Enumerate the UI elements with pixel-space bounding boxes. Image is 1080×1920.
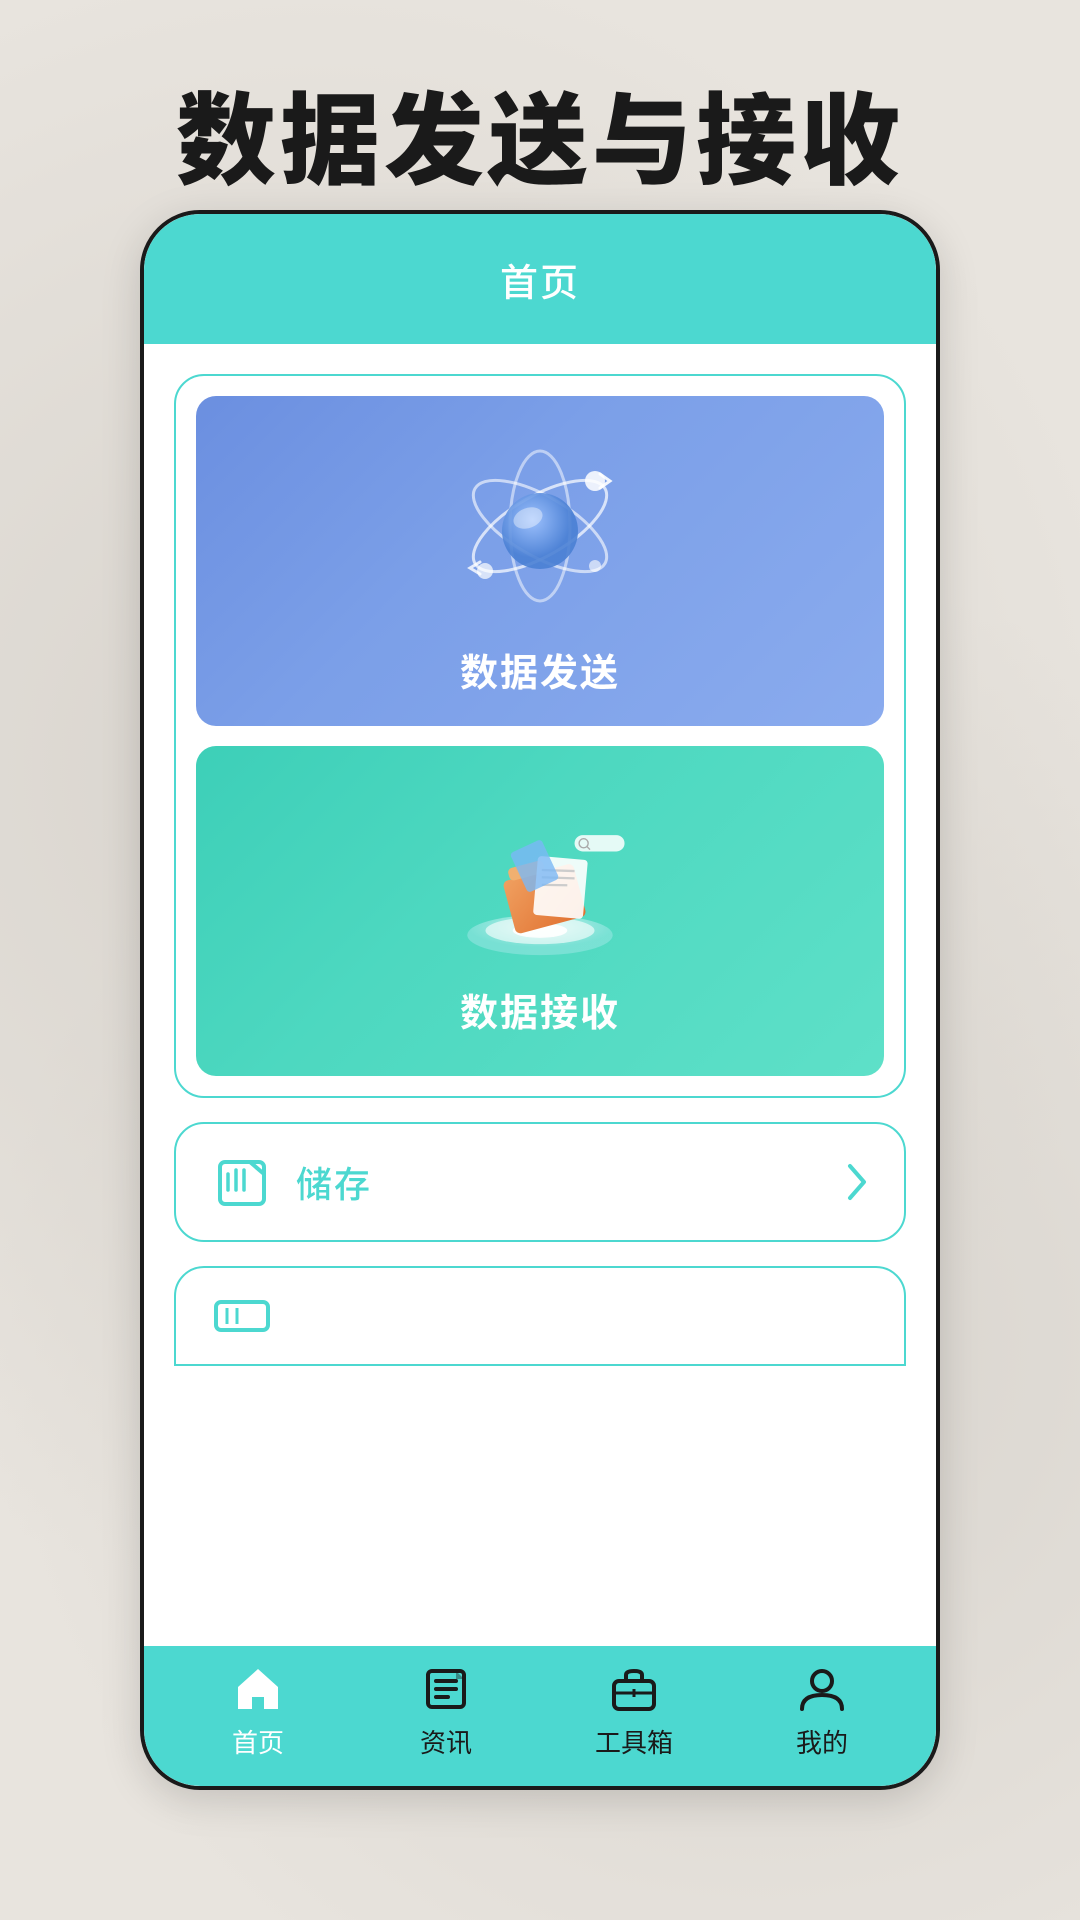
phone-content: 数据发送 bbox=[144, 344, 936, 1654]
nav-label-news: 资讯 bbox=[420, 1723, 472, 1760]
nav-label-tools: 工具箱 bbox=[595, 1723, 673, 1760]
nav-label-profile: 我的 bbox=[796, 1723, 848, 1760]
receive-icon bbox=[440, 786, 640, 966]
toolbox-icon bbox=[608, 1663, 660, 1715]
nav-label-home: 首页 bbox=[232, 1723, 284, 1760]
bottom-navigation: 首页 资讯 bbox=[144, 1646, 936, 1786]
storage-label: 储存 bbox=[296, 1156, 372, 1208]
nav-item-news[interactable]: 资讯 bbox=[352, 1663, 540, 1760]
nav-item-tools[interactable]: 工具箱 bbox=[540, 1663, 728, 1760]
page-title: 数据发送与接收 bbox=[0, 60, 1080, 205]
data-send-button[interactable]: 数据发送 bbox=[196, 396, 884, 726]
home-icon bbox=[232, 1663, 284, 1715]
chevron-right-icon bbox=[844, 1162, 868, 1202]
partial-row bbox=[174, 1266, 906, 1366]
app-header: 首页 bbox=[144, 214, 936, 344]
header-title: 首页 bbox=[500, 252, 580, 307]
nav-item-profile[interactable]: 我的 bbox=[728, 1663, 916, 1760]
data-receive-button[interactable]: 数据接收 bbox=[196, 746, 884, 1076]
send-icon bbox=[440, 426, 640, 626]
partial-row-icon bbox=[212, 1294, 272, 1339]
receive-button-label: 数据接收 bbox=[460, 982, 620, 1037]
profile-icon bbox=[796, 1663, 848, 1715]
storage-row[interactable]: 储存 bbox=[174, 1122, 906, 1242]
send-button-label: 数据发送 bbox=[460, 642, 620, 697]
news-icon bbox=[420, 1663, 472, 1715]
features-card: 数据发送 bbox=[174, 374, 906, 1098]
sd-card-icon bbox=[212, 1152, 272, 1212]
storage-left: 储存 bbox=[212, 1152, 372, 1212]
nav-item-home[interactable]: 首页 bbox=[164, 1663, 352, 1760]
phone-frame: 首页 bbox=[140, 210, 940, 1790]
